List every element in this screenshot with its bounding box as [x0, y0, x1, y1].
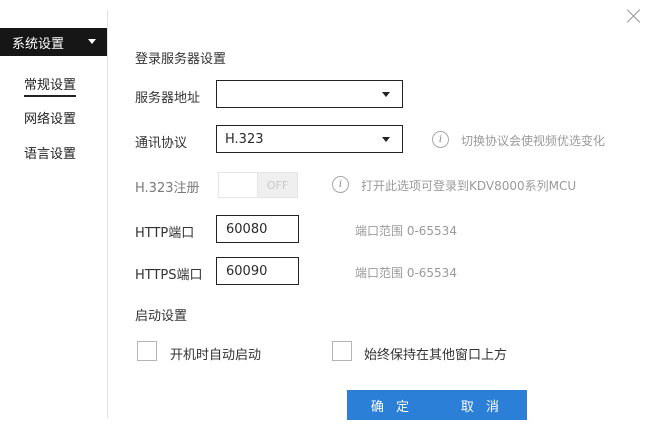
- protocol-label: 通讯协议: [135, 136, 188, 151]
- autostart-label[interactable]: 开机时自动启动: [170, 344, 261, 363]
- login-section-title: 登录服务器设置: [135, 52, 227, 67]
- http-port-input[interactable]: 60080: [216, 215, 299, 243]
- https-port-input[interactable]: 60090: [216, 257, 299, 285]
- protocol-value: H.323: [225, 131, 264, 147]
- menu-title: 系统设置: [12, 36, 65, 52]
- toggle-state-text: OFF: [257, 173, 297, 197]
- info-icon: i: [332, 176, 349, 193]
- autostart-checkbox[interactable]: [137, 341, 157, 361]
- info-icon: i: [432, 131, 449, 148]
- chevron-down-icon: [88, 39, 96, 44]
- h323-register-toggle[interactable]: OFF: [218, 172, 298, 198]
- protocol-hint: 切换协议会使视频优选变化: [461, 134, 606, 148]
- cancel-button[interactable]: 取 消: [437, 390, 527, 420]
- dropdown-arrow-icon: [382, 137, 390, 142]
- sidebar-item-language[interactable]: 语言设置: [24, 143, 76, 162]
- http-port-range: 端口范围 0-65534: [355, 224, 457, 238]
- dropdown-arrow-icon: [382, 92, 390, 97]
- protocol-select[interactable]: H.323: [216, 125, 403, 153]
- http-port-value: 60080: [226, 221, 268, 237]
- https-port-label: HTTPS端口: [135, 268, 203, 283]
- h323-hint: 打开此选项可登录到KDV8000系列MCU: [361, 179, 577, 193]
- server-address-select[interactable]: [216, 80, 403, 108]
- startup-section-title: 启动设置: [135, 309, 188, 324]
- close-icon[interactable]: [624, 6, 644, 26]
- dialog-button-bar: 确 定 取 消: [347, 390, 527, 420]
- https-port-range: 端口范围 0-65534: [355, 266, 457, 280]
- always-on-top-label[interactable]: 始终保持在其他窗口上方: [364, 344, 507, 363]
- ok-button[interactable]: 确 定: [347, 390, 437, 420]
- sidebar-item-network[interactable]: 网络设置: [24, 108, 76, 127]
- always-on-top-checkbox[interactable]: [332, 341, 352, 361]
- system-settings-menu[interactable]: 系统设置: [0, 28, 107, 56]
- toggle-knob: [219, 173, 257, 197]
- http-port-label: HTTP端口: [135, 226, 195, 241]
- sidebar-item-general[interactable]: 常规设置: [24, 74, 77, 97]
- server-address-label: 服务器地址: [135, 91, 201, 106]
- h323-register-label: H.323注册: [135, 181, 200, 196]
- sidebar-divider: [107, 10, 108, 418]
- https-port-value: 60090: [226, 263, 268, 279]
